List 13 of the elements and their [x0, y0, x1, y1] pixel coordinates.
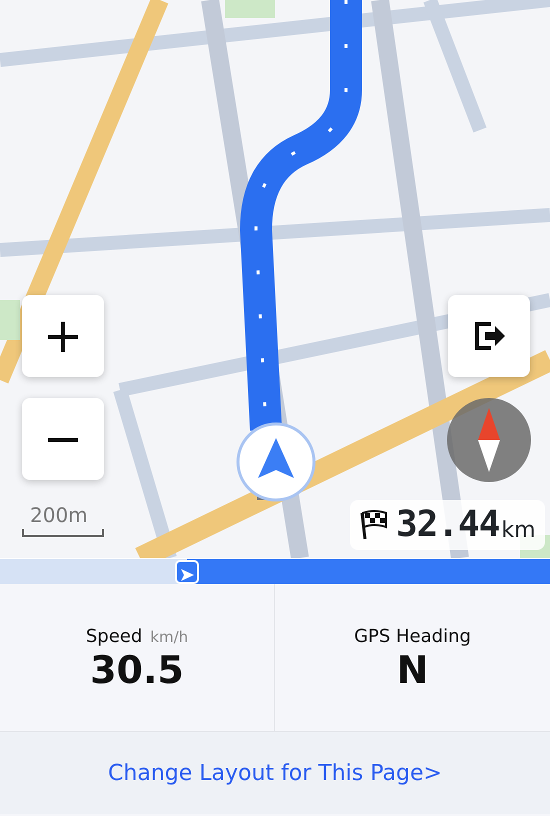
distance-unit: km	[501, 516, 536, 544]
exit-button[interactable]	[448, 295, 530, 377]
stat-label: Speed	[86, 625, 142, 650]
checkered-flag-icon	[360, 509, 388, 541]
zoom-in-button[interactable]: +	[22, 295, 104, 377]
stat-label: GPS Heading	[354, 625, 471, 650]
distance-value: 32.44	[396, 503, 500, 547]
scale-label: 200m	[30, 502, 88, 529]
stat-unit: km/h	[150, 627, 188, 648]
stat-value: 30.5	[90, 650, 184, 692]
compass-icon[interactable]	[447, 398, 531, 482]
zoom-out-button[interactable]: −	[22, 398, 104, 480]
stat-value: N	[396, 650, 428, 692]
